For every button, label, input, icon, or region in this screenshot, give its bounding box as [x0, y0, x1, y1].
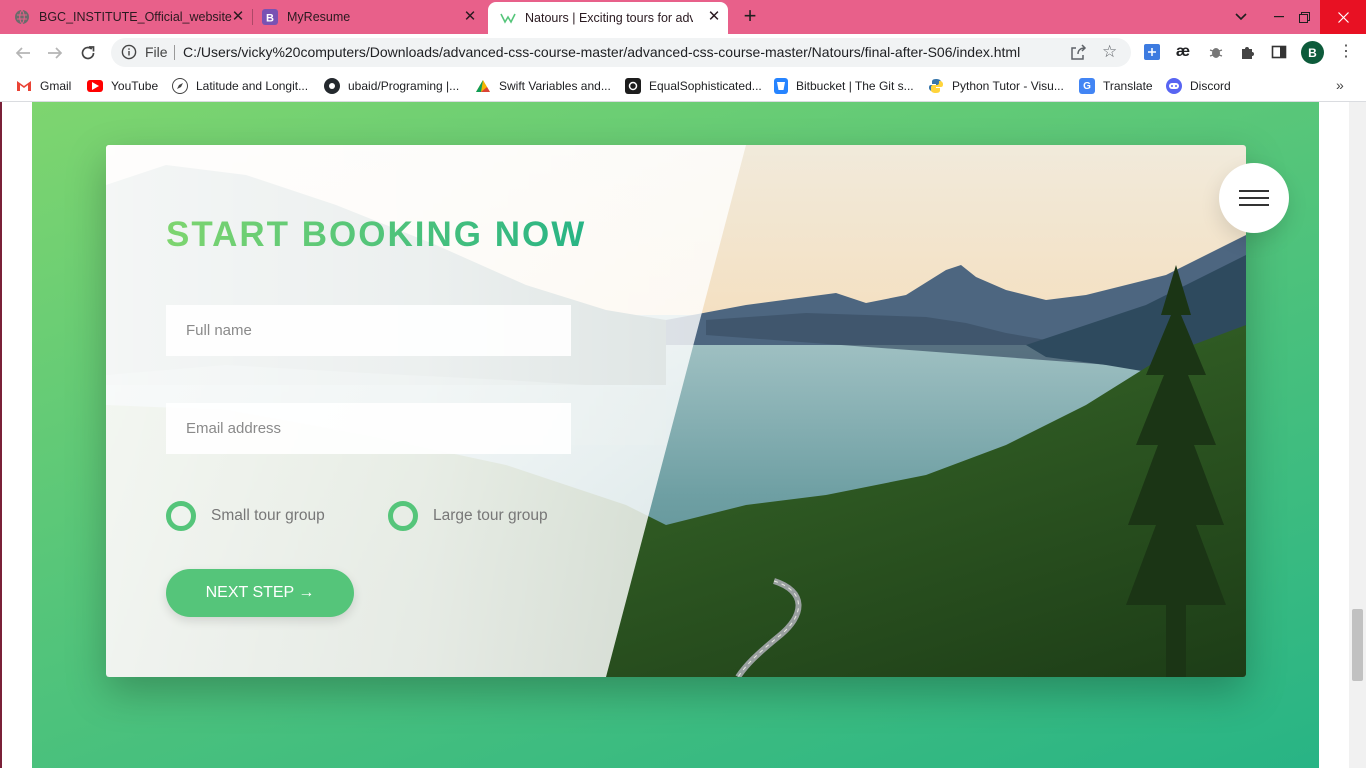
navigation-menu-button[interactable] — [1219, 163, 1289, 233]
bookmark-translate[interactable]: G Translate — [1079, 76, 1153, 96]
close-tab-icon[interactable]: ✕ — [706, 9, 722, 25]
svg-text:B: B — [266, 13, 274, 25]
hamburger-line — [1239, 190, 1269, 192]
page-scrollbar[interactable] — [1349, 102, 1366, 768]
radio-button[interactable] — [166, 501, 196, 531]
browser-menu-icon[interactable]: ⋮ — [1338, 42, 1354, 62]
tab-myresume[interactable]: B MyResume ✕ — [254, 0, 486, 34]
bitbucket-icon — [774, 78, 788, 94]
bug-icon[interactable] — [1206, 42, 1226, 62]
more-bookmarks-icon[interactable]: » — [1336, 77, 1344, 93]
new-tab-button[interactable]: + — [737, 5, 763, 29]
extension-icon[interactable] — [1142, 42, 1162, 62]
reload-icon[interactable] — [75, 40, 101, 66]
page-left-margin — [0, 102, 32, 768]
radio-button[interactable] — [388, 501, 418, 531]
sidepanel-icon[interactable] — [1269, 42, 1289, 62]
profile-avatar[interactable]: B — [1301, 41, 1324, 64]
bookmark-python-tutor[interactable]: Python Tutor - Visu... — [928, 76, 1064, 96]
python-icon — [928, 78, 944, 94]
radio-label[interactable]: Small tour group — [211, 507, 325, 525]
share-icon[interactable] — [1069, 44, 1087, 62]
email-input[interactable] — [166, 403, 571, 454]
bookmarks-bar: Gmail YouTube Latitude and Longit... uba… — [0, 71, 1366, 102]
bookmark-label: Bitbucket | The Git s... — [796, 79, 914, 93]
booking-form: START BOOKING NOW Small tour group Large… — [106, 145, 1246, 677]
next-step-button[interactable]: NEXT STEP → — [166, 569, 354, 617]
puzzle-icon[interactable] — [1237, 42, 1257, 62]
swift-icon — [475, 78, 491, 94]
tab-title: MyResume — [287, 10, 351, 24]
radio-label[interactable]: Large tour group — [433, 507, 548, 525]
tab-title: Natours | Exciting tours for adventurous… — [525, 11, 693, 25]
bookmark-label: Gmail — [40, 79, 72, 93]
address-bar[interactable]: File C:/Users/vicky%20computers/Download… — [111, 38, 1131, 67]
natours-icon — [500, 10, 516, 26]
compass-icon — [172, 78, 188, 94]
tab-search-icon[interactable] — [1228, 0, 1254, 34]
hamburger-line — [1239, 197, 1269, 199]
bookmark-swift[interactable]: Swift Variables and... — [475, 76, 611, 96]
github-icon — [324, 78, 340, 94]
bookmark-youtube[interactable]: YouTube — [87, 76, 158, 96]
forward-icon[interactable] — [42, 40, 68, 66]
tab-bgc-institute[interactable]: BGC_INSTITUTE_Official_website ✕ — [14, 0, 252, 34]
bookmark-label: ubaid/Programing |... — [348, 79, 460, 93]
bookmark-label: Swift Variables and... — [499, 79, 611, 93]
bookmark-label: Translate — [1103, 79, 1153, 93]
booking-heading: START BOOKING NOW — [166, 215, 587, 254]
replit-icon — [625, 78, 641, 94]
back-icon[interactable] — [10, 40, 36, 66]
hamburger-line — [1239, 204, 1269, 206]
tab-natours[interactable]: Natours | Exciting tours for adventurous… — [488, 2, 728, 34]
bookmark-gmail[interactable]: Gmail — [16, 76, 71, 96]
info-icon[interactable] — [121, 44, 137, 60]
gmail-icon — [16, 78, 32, 94]
tab-separator — [252, 9, 253, 25]
address-separator — [174, 45, 175, 60]
globe-icon — [14, 9, 30, 25]
youtube-icon — [87, 80, 103, 92]
bookmark-label: Latitude and Longit... — [196, 79, 309, 93]
bootstrap-icon: B — [262, 9, 278, 25]
small-tour-group-option[interactable]: Small tour group — [166, 500, 325, 532]
bookmark-github[interactable]: ubaid/Programing |... — [324, 76, 459, 96]
close-window-icon[interactable] — [1320, 0, 1366, 34]
scrollbar-thumb[interactable] — [1352, 609, 1363, 681]
booking-section: START BOOKING NOW Small tour group Large… — [32, 102, 1319, 768]
bookmark-equalsophisticated[interactable]: EqualSophisticated... — [625, 76, 762, 96]
bookmark-label: YouTube — [111, 79, 159, 93]
bookmark-latitude[interactable]: Latitude and Longit... — [172, 76, 308, 96]
bookmark-bitbucket[interactable]: Bitbucket | The Git s... — [774, 76, 914, 96]
large-tour-group-option[interactable]: Large tour group — [388, 500, 548, 532]
full-name-input[interactable] — [166, 305, 571, 356]
discord-icon — [1166, 78, 1182, 94]
bookmark-label: Discord — [1190, 79, 1231, 93]
ae-icon[interactable]: æ — [1173, 42, 1193, 62]
tab-title: BGC_INSTITUTE_Official_website — [39, 10, 232, 24]
bookmark-label: Python Tutor - Visu... — [952, 79, 1064, 93]
close-tab-icon[interactable]: ✕ — [462, 9, 478, 25]
restore-icon[interactable] — [1290, 0, 1318, 34]
bookmark-star-icon[interactable]: ☆ — [1102, 43, 1117, 61]
scheme-label: File — [145, 44, 168, 60]
bookmark-discord[interactable]: Discord — [1166, 76, 1231, 96]
translate-icon: G — [1079, 78, 1095, 94]
bookmark-label: EqualSophisticated... — [649, 79, 762, 93]
page-viewport: START BOOKING NOW Small tour group Large… — [0, 102, 1366, 768]
tab-strip: BGC_INSTITUTE_Official_website ✕ B MyRes… — [0, 0, 1366, 34]
browser-toolbar: File C:/Users/vicky%20computers/Download… — [0, 34, 1366, 71]
url-text[interactable]: C:/Users/vicky%20computers/Downloads/adv… — [183, 44, 1020, 60]
booking-card: START BOOKING NOW Small tour group Large… — [106, 145, 1246, 677]
close-tab-icon[interactable]: ✕ — [230, 9, 246, 25]
